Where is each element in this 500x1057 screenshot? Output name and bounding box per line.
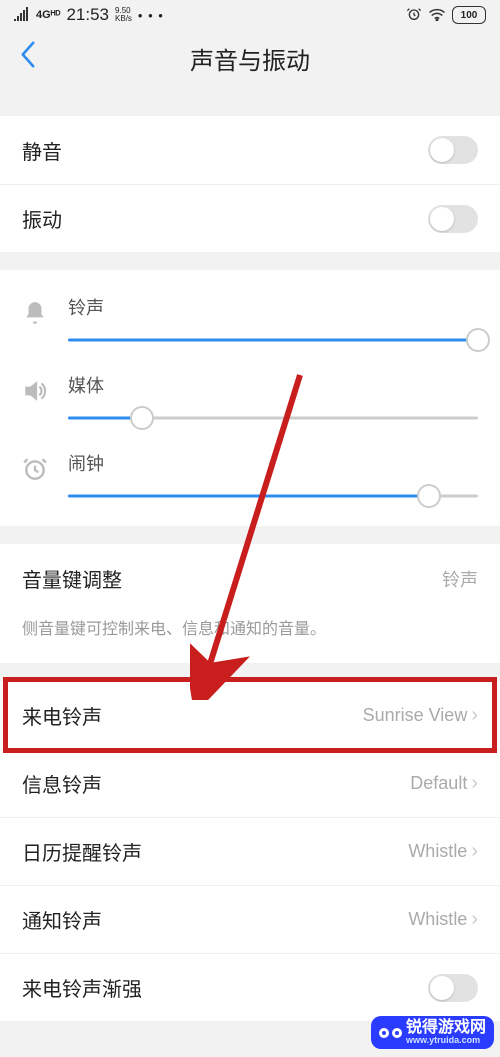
calendar-ringtone-row[interactable]: 日历提醒铃声 Whistle› — [0, 817, 500, 885]
bell-icon — [22, 300, 50, 331]
speaker-icon — [22, 378, 50, 409]
notification-ringtone-value: Whistle — [408, 909, 467, 930]
status-bar: 4Gᴴᴰ 21:53 9.50 KB/s • • • 100 — [0, 0, 500, 30]
notification-ringtone-row[interactable]: 通知铃声 Whistle› — [0, 885, 500, 953]
alarm-volume-row: 闹钟 — [22, 450, 478, 508]
media-volume-slider[interactable] — [68, 406, 478, 430]
incoming-ringtone-row[interactable]: 来电铃声 Sunrise View› — [0, 681, 500, 749]
message-ringtone-value: Default — [410, 773, 467, 794]
volume-key-value: 铃声 — [442, 566, 478, 592]
chevron-right-icon: › — [471, 704, 478, 727]
ringtone-fadein-label: 来电铃声渐强 — [22, 973, 142, 1002]
page-title: 声音与振动 — [0, 41, 500, 76]
chevron-right-icon: › — [471, 772, 478, 795]
alarm-volume-label: 闹钟 — [68, 450, 478, 476]
incoming-ringtone-label: 来电铃声 — [22, 701, 102, 730]
watermark-text: 锐得游戏网 — [406, 1020, 486, 1036]
ringtone-volume-slider[interactable] — [68, 328, 478, 352]
more-dots: • • • — [138, 8, 164, 23]
page-header: 声音与振动 — [0, 30, 500, 86]
status-clock: 21:53 — [66, 5, 109, 25]
network-type: 4Gᴴᴰ — [36, 9, 60, 21]
ringtone-fadein-toggle[interactable] — [428, 974, 478, 1002]
signal-icon — [14, 7, 30, 24]
ringtone-volume-label: 铃声 — [68, 294, 478, 320]
back-button[interactable] — [12, 34, 44, 83]
calendar-ringtone-value: Whistle — [408, 841, 467, 862]
mute-toggle[interactable] — [428, 136, 478, 164]
volume-key-label: 音量键调整 — [22, 564, 122, 593]
alarm-icon — [406, 6, 422, 25]
watermark: 锐得游戏网 www.ytruida.com — [371, 1016, 494, 1049]
chevron-right-icon: › — [471, 840, 478, 863]
chevron-right-icon: › — [471, 908, 478, 931]
alarm-clock-icon — [22, 456, 50, 487]
message-ringtone-row[interactable]: 信息铃声 Default› — [0, 749, 500, 817]
vibrate-row[interactable]: 振动 — [0, 184, 500, 252]
volume-key-row[interactable]: 音量键调整 铃声 — [22, 564, 478, 593]
vibrate-label: 振动 — [22, 204, 62, 233]
calendar-ringtone-label: 日历提醒铃声 — [22, 837, 142, 866]
vibrate-toggle[interactable] — [428, 205, 478, 233]
battery-indicator: 100 — [452, 6, 486, 24]
wifi-icon — [428, 7, 446, 24]
mute-row[interactable]: 静音 — [0, 116, 500, 184]
volume-sliders-section: 铃声 媒体 闹钟 — [0, 270, 500, 526]
ringtone-volume-row: 铃声 — [22, 294, 478, 352]
watermark-url: www.ytruida.com — [406, 1036, 486, 1045]
notification-ringtone-label: 通知铃声 — [22, 905, 102, 934]
volume-key-description: 侧音量键可控制来电、信息和通知的音量。 — [22, 615, 478, 657]
volume-key-section: 音量键调整 铃声 侧音量键可控制来电、信息和通知的音量。 — [0, 544, 500, 663]
alarm-volume-slider[interactable] — [68, 484, 478, 508]
ringtone-fadein-row[interactable]: 来电铃声渐强 — [0, 953, 500, 1021]
media-volume-row: 媒体 — [22, 372, 478, 430]
mute-label: 静音 — [22, 136, 62, 165]
media-volume-label: 媒体 — [68, 372, 478, 398]
incoming-ringtone-value: Sunrise View — [363, 705, 468, 726]
message-ringtone-label: 信息铃声 — [22, 769, 102, 798]
net-speed-unit: KB/s — [115, 15, 132, 23]
